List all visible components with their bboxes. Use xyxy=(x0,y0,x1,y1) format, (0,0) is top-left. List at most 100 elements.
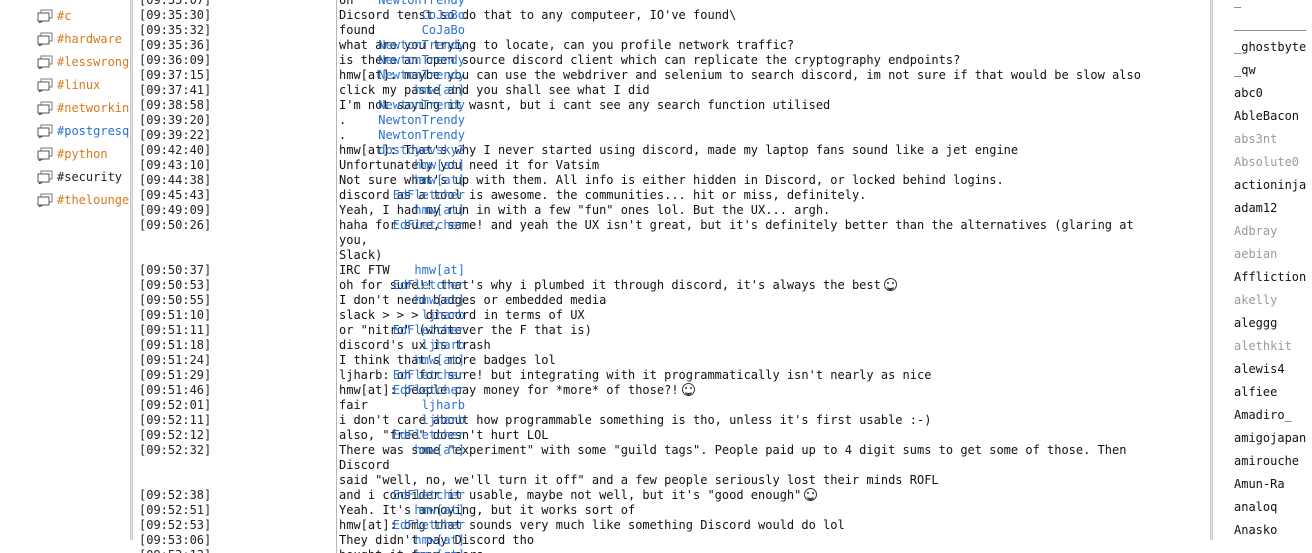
message-nick[interactable]: EdFletcher xyxy=(243,368,465,383)
nick-separator xyxy=(336,488,337,503)
nick-separator xyxy=(336,533,337,548)
channel-icon xyxy=(37,32,53,46)
channel-item[interactable]: #thelounge xyxy=(37,189,130,211)
chat-message: [09:44:38] hmw[at] Not sure what's up with… xyxy=(133,173,1210,188)
nick-separator xyxy=(336,98,337,113)
user-item[interactable]: _qw xyxy=(1234,58,1256,81)
user-item[interactable]: _ghostbyte xyxy=(1234,35,1306,58)
message-nick[interactable]: hmw[at] xyxy=(243,353,465,368)
message-nick[interactable]: NewtonTrendy xyxy=(243,68,465,83)
channel-item[interactable]: #security xyxy=(37,166,130,188)
chat-message: [09:50:26] EdFletcher haha for sure, same!… xyxy=(133,218,1210,263)
channel-item[interactable]: #c xyxy=(37,5,130,27)
nick-separator xyxy=(336,0,337,8)
message-nick[interactable]: EdFletcher xyxy=(243,218,465,233)
chat-message: [09:52:12] EdFletcher also, "free" doesn't… xyxy=(133,428,1210,443)
channel-icon xyxy=(37,170,53,184)
chat-message: [09:49:09] hmw[at] Yeah, I had my run in w… xyxy=(133,203,1210,218)
message-nick[interactable]: NewtonTrendy xyxy=(243,53,465,68)
channel-label: #python xyxy=(57,147,108,161)
user-item[interactable]: __________ xyxy=(1234,12,1306,35)
message-nick[interactable]: EdFletcher xyxy=(243,488,465,503)
user-item[interactable]: Affliction xyxy=(1234,265,1306,288)
channel-icon xyxy=(37,147,53,161)
message-nick[interactable]: ljharb xyxy=(243,398,465,413)
user-item[interactable]: actioninja xyxy=(1234,173,1306,196)
channel-item[interactable]: #hardware xyxy=(37,28,130,50)
message-nick[interactable]: hmw[at] xyxy=(243,173,465,188)
chat-message: [09:51:46] EdFletcher hmw[at]: people pay … xyxy=(133,383,1210,398)
nick-separator xyxy=(336,8,337,23)
message-nick[interactable]: hmw[at] xyxy=(243,293,465,308)
user-item[interactable]: alewis4 xyxy=(1234,357,1285,380)
channel-item[interactable]: #lesswrong xyxy=(37,51,130,73)
message-nick[interactable]: NewtonTrendy xyxy=(243,98,465,113)
user-item[interactable]: amirouche xyxy=(1234,449,1299,472)
user-item[interactable]: Adbray xyxy=(1234,219,1277,242)
nick-separator xyxy=(336,518,337,533)
nick-separator xyxy=(336,548,337,553)
channel-sidebar: #c #hardware #lesswrong #linux #networking #p… xyxy=(0,0,130,540)
channel-label: #security xyxy=(57,170,123,184)
message-nick[interactable]: NewtonTrendy xyxy=(243,0,465,8)
message-nick[interactable]: hmw[at] xyxy=(243,263,465,278)
user-list: _ __________ _ghostbyte _qw abc0 AbleBacon abs… xyxy=(1213,0,1312,540)
nick-separator xyxy=(336,173,337,188)
message-nick[interactable]: ljharb xyxy=(243,338,465,353)
message-nick[interactable]: EdFletcher xyxy=(243,188,465,203)
nick-separator xyxy=(336,23,337,38)
message-nick[interactable]: hmw[at] xyxy=(243,443,465,458)
user-item[interactable]: aleggg xyxy=(1234,311,1277,334)
message-nick[interactable]: CoJaBo xyxy=(243,23,465,38)
channel-item[interactable]: #networking xyxy=(37,97,130,119)
message-nick[interactable]: hmw[at] xyxy=(243,533,465,548)
nick-separator xyxy=(336,53,337,68)
user-item[interactable]: analoq xyxy=(1234,495,1277,518)
user-item[interactable]: abc0 xyxy=(1234,81,1263,104)
chat-message: [09:39:20] NewtonTrendy. xyxy=(133,113,1210,128)
user-item[interactable]: Amadiro_ xyxy=(1234,403,1292,426)
user-item[interactable]: Anasko xyxy=(1234,518,1277,540)
user-item[interactable]: _ xyxy=(1234,0,1241,12)
message-nick[interactable]: EdFletcher xyxy=(243,383,465,398)
message-nick[interactable]: ljharb xyxy=(243,413,465,428)
message-nick[interactable]: EdFletcher xyxy=(243,428,465,443)
message-nick[interactable]: EdFletcher xyxy=(243,278,465,293)
message-nick[interactable]: hmw[at] xyxy=(243,83,465,98)
chat-message: [09:37:41] hmw[at] click my paste and you … xyxy=(133,83,1210,98)
user-item[interactable]: AbleBacon xyxy=(1234,104,1299,127)
channel-item[interactable]: #linux xyxy=(37,74,130,96)
user-item[interactable]: abs3nt xyxy=(1234,127,1277,150)
chat-message: [09:51:18] ljharb discord's ux is trash xyxy=(133,338,1210,353)
user-item[interactable]: adam12 xyxy=(1234,196,1277,219)
message-nick[interactable]: EdFletcher xyxy=(243,518,465,533)
chat-message: [09:50:37] hmw[at] IRC FTW xyxy=(133,263,1210,278)
user-item[interactable]: aebian xyxy=(1234,242,1277,265)
message-nick[interactable]: NewtonTrendy xyxy=(243,128,465,143)
channel-label: #linux xyxy=(57,78,101,92)
message-nick[interactable]: hmw[at] xyxy=(243,158,465,173)
message-nick[interactable]: CoJaBo xyxy=(243,8,465,23)
chat-message: [09:36:09] NewtonTrendy is there an open s… xyxy=(133,53,1210,68)
message-nick[interactable]: dostoyevsky2 xyxy=(243,143,465,158)
message-nick[interactable]: hmw[at] xyxy=(243,203,465,218)
channel-item[interactable]: #python xyxy=(37,143,130,165)
message-nick[interactable]: ljharb xyxy=(243,308,465,323)
message-nick[interactable]: hmw[at] xyxy=(243,503,465,518)
channel-icon xyxy=(37,124,53,138)
user-item[interactable]: akelly xyxy=(1234,288,1277,311)
user-item[interactable]: amigojapan xyxy=(1234,426,1306,449)
channel-icon xyxy=(37,55,53,69)
channel-icon xyxy=(37,78,53,92)
message-nick[interactable]: hmw[at] xyxy=(243,548,465,553)
chat-message: [09:50:55] hmw[at] I don't need badges or … xyxy=(133,293,1210,308)
message-nick[interactable]: EdFletcher xyxy=(243,323,465,338)
channel-label: #networking xyxy=(57,101,130,115)
message-nick[interactable]: NewtonTrendy xyxy=(243,38,465,53)
channel-item[interactable]: #postgresql xyxy=(37,120,130,142)
user-item[interactable]: Absolute0 xyxy=(1234,150,1299,173)
user-item[interactable]: alfiee xyxy=(1234,380,1277,403)
message-nick[interactable]: NewtonTrendy xyxy=(243,113,465,128)
user-item[interactable]: alethkit xyxy=(1234,334,1292,357)
user-item[interactable]: Amun-Ra xyxy=(1234,472,1285,495)
